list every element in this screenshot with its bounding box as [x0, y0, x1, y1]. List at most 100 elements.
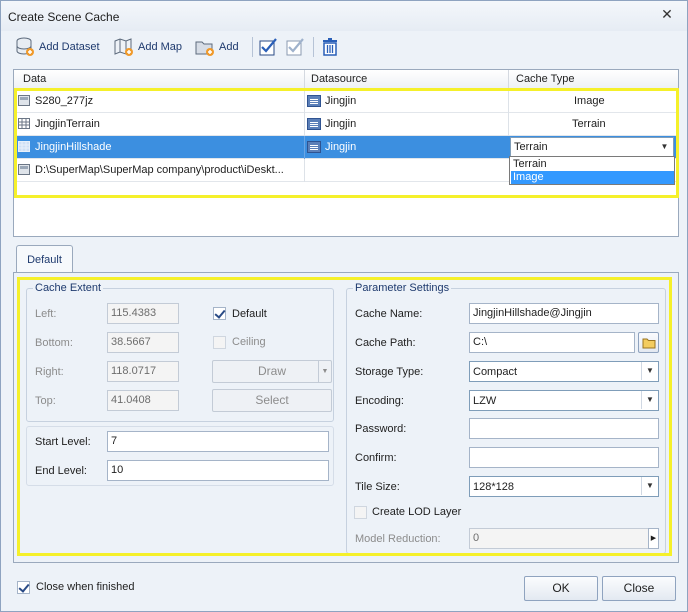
column-header-datasource[interactable]: Datasource — [311, 73, 367, 85]
ok-button[interactable]: OK — [524, 576, 598, 601]
table-row[interactable]: JingjinTerrain Jingjin Terrain — [14, 113, 678, 136]
cache-name-label: Cache Name: — [355, 308, 423, 320]
close-icon[interactable]: ✕ — [659, 7, 675, 23]
close-button[interactable]: Close — [602, 576, 676, 601]
dropdown-option-highlighted[interactable]: Image — [511, 171, 674, 184]
cache-path-field[interactable]: C:\ — [469, 332, 635, 353]
invert-selection-button[interactable] — [285, 34, 305, 60]
model-reduction-label: Model Reduction: — [355, 533, 441, 545]
window-title: Create Scene Cache — [8, 10, 120, 24]
dropdown-arrow-icon[interactable]: ▼ — [641, 362, 658, 380]
check-invert-icon — [285, 37, 305, 57]
encoding-value: LZW — [473, 395, 497, 407]
default-label: Default — [232, 308, 267, 320]
toolbar: Add Dataset Add Map Add — [9, 34, 679, 60]
dropdown-arrow-icon[interactable]: ▼ — [318, 361, 331, 382]
right-label: Right: — [35, 366, 64, 378]
storage-type-select[interactable]: Compact ▼ — [469, 361, 659, 382]
grid-dataset-icon — [18, 118, 30, 129]
dropdown-arrow-icon[interactable]: ▼ — [641, 391, 658, 409]
cache-name-field[interactable]: JingjinHillshade@Jingjin — [469, 303, 659, 324]
password-label: Password: — [355, 423, 407, 435]
add-dataset-button[interactable]: Add Dataset — [15, 34, 100, 60]
draw-label: Draw — [257, 364, 286, 378]
tile-size-label: Tile Size: — [355, 481, 400, 493]
column-header-data[interactable]: Data — [23, 73, 46, 85]
password-field[interactable] — [469, 418, 659, 439]
cell-data: JingjinHillshade — [35, 141, 112, 153]
datasource-icon — [307, 95, 321, 107]
select-button[interactable]: Select — [212, 389, 332, 412]
image-dataset-icon — [18, 95, 30, 106]
cell-cache-type[interactable]: Terrain — [572, 118, 606, 130]
cell-cache-type[interactable]: Image — [574, 95, 605, 107]
encoding-label: Encoding: — [355, 395, 404, 407]
add-map-label: Add Map — [138, 41, 183, 53]
grid-dataset-icon — [18, 141, 30, 152]
create-lod-checkbox[interactable] — [354, 506, 367, 519]
file-icon — [18, 164, 30, 175]
tile-size-value: 128*128 — [473, 481, 514, 493]
spin-arrow-icon[interactable]: ▶ — [648, 528, 659, 549]
top-field[interactable]: 41.0408 — [107, 390, 179, 411]
storage-type-label: Storage Type: — [355, 366, 424, 378]
cache-type-select-value: Terrain — [514, 141, 548, 153]
table-row[interactable]: S280_277jz Jingjin Image — [14, 90, 678, 113]
cell-datasource: Jingjin — [325, 95, 357, 107]
cell-data: S280_277jz — [35, 95, 94, 107]
add-label: Add — [219, 41, 239, 53]
add-button[interactable]: Add — [195, 34, 239, 60]
folder-icon — [642, 338, 655, 349]
dropdown-option[interactable]: Terrain — [511, 158, 674, 171]
draw-button[interactable]: Draw ▼ — [212, 360, 332, 383]
top-label: Top: — [35, 395, 56, 407]
tab-default[interactable]: Default — [16, 245, 73, 273]
end-level-field[interactable]: 10 — [107, 460, 329, 481]
dropdown-arrow-icon[interactable]: ▼ — [656, 138, 673, 156]
encoding-select[interactable]: LZW ▼ — [469, 390, 659, 411]
close-when-finished-checkbox[interactable] — [17, 581, 30, 594]
settings-panel: Cache Extent Left: 115.4383 Default Bott… — [13, 272, 679, 563]
toolbar-divider — [252, 37, 253, 57]
right-field[interactable]: 118.0717 — [107, 361, 179, 382]
confirm-field[interactable] — [469, 447, 659, 468]
left-label: Left: — [35, 308, 57, 320]
add-map-button[interactable]: Add Map — [114, 34, 182, 60]
select-all-button[interactable] — [258, 34, 278, 60]
tile-size-select[interactable]: 128*128 ▼ — [469, 476, 659, 497]
ceiling-label: Ceiling — [232, 336, 266, 348]
cell-datasource: Jingjin — [325, 141, 357, 153]
group-title: Cache Extent — [33, 282, 104, 294]
left-field[interactable]: 115.4383 — [107, 303, 179, 324]
bottom-field[interactable]: 38.5667 — [107, 332, 179, 353]
data-grid: Data Datasource Cache Type S280_277jz Ji… — [13, 69, 679, 237]
cache-type-select[interactable]: Terrain ▼ — [510, 137, 674, 157]
check-all-icon — [258, 37, 278, 57]
create-lod-label: Create LOD Layer — [372, 506, 462, 518]
model-reduction-field[interactable]: 0 — [469, 528, 649, 549]
start-level-label: Start Level: — [35, 436, 91, 448]
datasource-icon — [307, 141, 321, 153]
start-level-field[interactable]: 7 — [107, 431, 329, 452]
cell-data: D:\SuperMap\SuperMap company\product\iDe… — [35, 164, 284, 176]
group-title: Parameter Settings — [353, 282, 452, 294]
toolbar-divider — [313, 37, 314, 57]
create-scene-cache-dialog: Create Scene Cache ✕ Add Dataset Add Map… — [0, 0, 688, 612]
end-level-label: End Level: — [35, 465, 87, 477]
database-add-icon — [15, 37, 35, 57]
cache-path-label: Cache Path: — [355, 337, 416, 349]
dropdown-arrow-icon[interactable]: ▼ — [641, 477, 658, 495]
browse-folder-button[interactable] — [638, 332, 659, 353]
default-checkbox[interactable] — [213, 307, 226, 320]
folder-add-icon — [195, 37, 215, 57]
cell-data: JingjinTerrain — [35, 118, 100, 130]
title-bar: Create Scene Cache ✕ — [1, 1, 687, 31]
grid-header: Data Datasource Cache Type — [14, 70, 678, 89]
column-header-cache-type[interactable]: Cache Type — [516, 73, 575, 85]
close-when-finished-label: Close when finished — [36, 581, 135, 593]
cell-datasource: Jingjin — [325, 118, 357, 130]
confirm-label: Confirm: — [355, 452, 397, 464]
ceiling-checkbox[interactable] — [213, 336, 226, 349]
delete-button[interactable] — [320, 34, 340, 60]
map-add-icon — [114, 37, 134, 57]
